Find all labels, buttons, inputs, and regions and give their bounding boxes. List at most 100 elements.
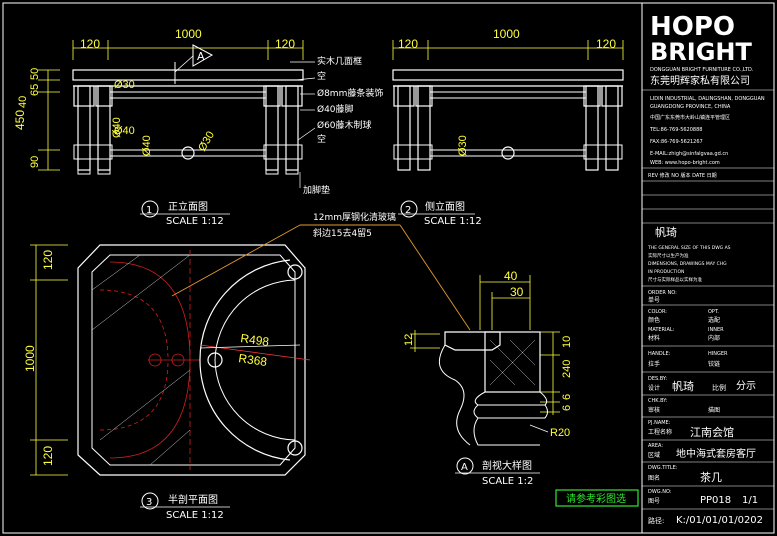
color-cn: 颜色 — [648, 316, 660, 324]
callout-tabletop-frame: 实木几面框 — [317, 55, 362, 67]
side-elevation: 120 1000 120 Ø30 2 侧立面图 SCALE 1:12 — [392, 27, 624, 227]
glass-note-1: 12mm厚钢化清玻璃 — [313, 211, 396, 223]
dwg-no-cn: 图号 — [648, 498, 660, 505]
company-name-en: DONGGUAN BRIGHT FURNITURE CO.,LTD. — [650, 67, 754, 73]
order-no-label: ORDER NO: — [648, 290, 677, 296]
path-label: 路径: — [648, 516, 664, 525]
project-label: PJ.NAME: — [648, 420, 671, 426]
side-view-scale: SCALE 1:12 — [424, 216, 482, 227]
callout-empty-1: 空 — [317, 70, 326, 82]
area-cn: 区域 — [648, 451, 660, 459]
front-dim-top-left: 120 — [80, 37, 100, 51]
title-block: HOPO BRIGHT DONGGUAN BRIGHT FURNITURE CO… — [642, 12, 774, 526]
front-dim-left-65: 65 — [29, 84, 41, 96]
reference-color-button[interactable]: 请参考彩图选 — [555, 489, 639, 507]
detail-dim-10: 10 — [561, 336, 573, 348]
plan-view-scale: SCALE 1:12 — [166, 510, 224, 521]
side-dim-top-middle: 1000 — [493, 27, 520, 41]
callout-rattan-ball: Ø60藤木制球 — [317, 119, 372, 131]
plan-radius-498: R498 — [240, 331, 271, 349]
front-dia-label-4: Ø40 — [141, 135, 153, 156]
material-label: MATERIAL: — [648, 327, 675, 333]
note-line-4: IN PRODUCTION — [648, 269, 684, 275]
handle-value: HINGER — [708, 351, 728, 357]
plan-view-number: 3 — [146, 497, 152, 508]
color-label: COLOR: — [648, 309, 667, 315]
area-label: AREA: — [648, 443, 663, 449]
website-line: WEB: www.hopo-bright.com — [650, 160, 720, 166]
plan-dim-left-middle: 1000 — [23, 345, 37, 372]
fax-line: FAX:86-769-5621267 — [650, 139, 703, 145]
area-value: 地中海式套房客厅 — [676, 447, 756, 460]
note-line-1: THE GENERAL SIZE OF THIS DWG AS — [647, 245, 731, 251]
address-line-2: GUANGDONG PROVINCE, CHINA — [650, 104, 731, 110]
designer-label: DES.BY: — [648, 376, 667, 382]
callout-foot-pad: 加脚垫 — [303, 184, 330, 196]
path-value: K:/01/01/01/0202 — [676, 515, 763, 526]
glass-note-2: 斜边15去4留5 — [313, 227, 372, 239]
front-dim-left-450: 450 — [13, 110, 27, 130]
cad-drawing-canvas: 120 1000 120 50 65 40 450 90 Ø30 Ø40 Ø40… — [2, 2, 775, 534]
detail-dim-6b: 6 — [561, 405, 573, 411]
front-view-scale: SCALE 1:12 — [166, 216, 224, 227]
detail-dim-40: 40 — [504, 269, 518, 283]
side-dim-top-left: 120 — [398, 37, 418, 51]
plan-radius-368: R368 — [238, 351, 269, 369]
project-value: 江南会馆 — [690, 425, 734, 439]
plan-dim-left-bottom: 120 — [41, 446, 55, 466]
front-dim-top-right: 120 — [275, 37, 295, 51]
designer-value: 帆琦 — [672, 379, 694, 393]
detail-radius-20: R20 — [550, 427, 570, 439]
client-name: 帆琦 — [655, 225, 677, 239]
note-line-5: 尺寸与实际样品以实样为准 — [648, 276, 702, 283]
address-cn: 中国广东东莞市大岭山镇连平管理区 — [650, 114, 730, 121]
material-value: INNER — [708, 327, 724, 333]
color-cn-value: 选配 — [708, 316, 720, 324]
callout-rattan-leg: Ø40藤脚 — [317, 103, 354, 115]
front-view-title: 正立面图 — [168, 200, 208, 213]
revision-header: REV 修改 NO 版本 DATE 日期 — [648, 172, 717, 179]
dwg-no-label: DWG.NO: — [648, 489, 672, 495]
plan-view-title: 半剖平面图 — [168, 493, 218, 506]
tel-line: TEL:86-769-5620888 — [649, 127, 702, 133]
reference-color-label: 请参考彩图选 — [566, 492, 626, 505]
detail-view-number: A — [461, 462, 468, 473]
order-no-cn: 单号 — [648, 296, 660, 304]
sheet-number: 1/1 — [742, 495, 758, 506]
designer-right: 分示 — [736, 380, 756, 392]
company-name-cn: 东莞明辉家私有限公司 — [650, 74, 750, 87]
front-dim-left-50: 50 — [29, 68, 41, 80]
callout-empty-2: 空 — [317, 133, 326, 145]
checker-cn: 审核 — [648, 406, 660, 414]
note-line-3: DIMENSIONS, DRAWINGS MAY CHG — [648, 261, 727, 267]
callout-rattan-decor: Ø8mm藤条装饰 — [317, 87, 383, 99]
brand-logo-line2: BRIGHT — [650, 38, 752, 66]
detail-view-title: 剖视大样图 — [482, 459, 532, 472]
front-dim-top-middle: 1000 — [175, 27, 202, 41]
material-cn-value: 内部 — [708, 334, 720, 342]
front-dim-left-90: 90 — [29, 156, 41, 168]
material-cn: 材料 — [648, 334, 660, 342]
detail-dim-6a: 6 — [561, 394, 573, 400]
detail-view-A: 40 30 12 10 240 6 6 R20 A 剖视大样图 SCALE 1:… — [403, 269, 573, 487]
detail-view-scale: SCALE 1:2 — [482, 476, 533, 487]
side-dim-top-right: 120 — [596, 37, 616, 51]
checker-value: 描图 — [708, 406, 720, 414]
handle-label: HANDLE: — [648, 351, 671, 357]
dwg-title-cn: 图名 — [648, 474, 660, 482]
plan-view: 120 1000 120 12mm厚钢化清玻璃 斜边15去4留5 R498 R3… — [23, 211, 471, 521]
dwg-title-value: 茶几 — [700, 471, 722, 484]
side-dia-label: Ø30 — [457, 135, 469, 156]
section-marker-A: A — [197, 50, 205, 63]
detail-dim-12: 12 — [403, 334, 415, 346]
detail-dim-30: 30 — [510, 285, 524, 299]
side-view-title: 侧立面图 — [425, 200, 465, 213]
dwg-no-value: PP018 — [700, 495, 731, 506]
plan-dim-left-top: 120 — [41, 250, 55, 270]
email-line: E-MAIL:zhigh@sinfalgvaa.gd.cn — [650, 151, 728, 157]
handle-cn-value: 铰链 — [708, 360, 720, 368]
detail-dim-240: 240 — [561, 360, 573, 378]
designer-mid: 比例 — [712, 383, 726, 392]
note-line-2: 实际尺寸以生产为准 — [648, 252, 689, 259]
front-dia-label-3: Ø40 — [114, 125, 135, 137]
